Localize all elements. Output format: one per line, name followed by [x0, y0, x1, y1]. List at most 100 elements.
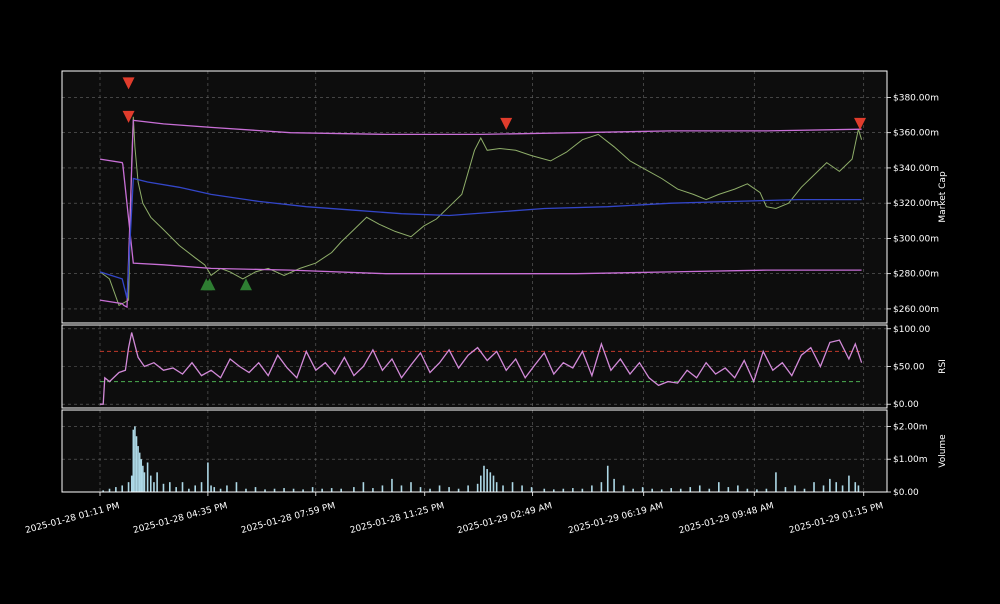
volume-bar-57 [483, 465, 485, 492]
volume-bar-71 [591, 485, 593, 492]
volume-bar-102 [857, 485, 860, 492]
volume-bar-35 [283, 488, 285, 492]
rsi-ylabel: RSI [938, 359, 948, 374]
rsi-panel-bg [62, 325, 887, 408]
volume-bar-86 [727, 487, 730, 492]
panels-layer: $260.00m $280.00m $300.00m $320.00m $340.00m… [61, 70, 948, 498]
volume-bar-3 [121, 485, 124, 492]
volume-bar-92 [784, 487, 787, 492]
volume-bar-101 [854, 482, 857, 492]
volume-bar-13 [143, 472, 146, 492]
volume-bar-83 [698, 485, 701, 492]
volume-ylabel: Volume [938, 434, 948, 468]
volume-bar-9 [137, 446, 139, 492]
volume-ytick-label-2: $2.00m [893, 422, 928, 432]
volume-bar-69 [572, 488, 574, 492]
volume-bar-44 [372, 488, 374, 492]
volume-bar-87 [737, 485, 739, 492]
volume-bar-18 [162, 483, 165, 492]
volume-bar-24 [200, 482, 203, 492]
price-ytick-label-5: $360.00m [893, 129, 939, 139]
volume-bar-55 [476, 483, 479, 492]
panel-volume: $0.00 $1.00m $2.00m Volume [61, 409, 948, 498]
volume-bar-97 [829, 478, 831, 492]
volume-bar-73 [606, 465, 609, 492]
volume-bar-43 [362, 482, 365, 492]
volume-bar-26 [210, 485, 212, 492]
volume-bar-5 [130, 475, 133, 492]
volume-ytick-label-0: $0.00 [893, 488, 919, 498]
price-panel-bg [62, 71, 887, 323]
volume-bar-2 [115, 487, 117, 492]
volume-panel-bg [62, 410, 887, 492]
panel-price: $260.00m $280.00m $300.00m $320.00m $340.00m… [61, 70, 948, 324]
price-ytick-label-1: $280.00m [893, 270, 939, 280]
volume-bar-7 [134, 426, 136, 492]
volume-bar-16 [153, 482, 155, 492]
volume-bar-74 [613, 478, 615, 492]
volume-bar-38 [311, 487, 314, 492]
volume-bar-63 [511, 482, 514, 492]
volume-bar-51 [438, 485, 441, 492]
volume-bar-98 [835, 482, 838, 492]
price-ytick-label-2: $300.00m [893, 234, 939, 244]
volume-bar-58 [486, 469, 488, 492]
volume-bar-8 [135, 436, 138, 492]
volume-bar-29 [226, 485, 228, 492]
volume-bar-6 [132, 429, 135, 492]
volume-bar-96 [822, 485, 825, 492]
volume-bar-65 [530, 487, 533, 492]
volume-bar-46 [391, 478, 393, 492]
volume-bar-54 [467, 485, 469, 492]
volume-bar-56 [480, 475, 482, 492]
volume-bar-59 [489, 472, 492, 492]
volume-bar-45 [381, 485, 384, 492]
volume-bar-100 [848, 475, 850, 492]
volume-bar-52 [448, 487, 450, 492]
volume-bar-10 [138, 452, 141, 492]
rsi-ytick-label-2: $100.00 [893, 325, 930, 335]
price-ytick-label-4: $340.00m [893, 164, 939, 174]
volume-bar-62 [502, 485, 504, 492]
volume-bar-85 [718, 482, 720, 492]
rsi-ytick-label-1: $50.00 [893, 363, 925, 373]
volume-bar-93 [794, 485, 796, 492]
volume-bar-48 [410, 482, 412, 492]
volume-bar-4 [127, 482, 130, 492]
price-ytick-label-0: $260.00m [893, 305, 939, 315]
volume-bar-49 [419, 487, 422, 492]
volume-bar-32 [254, 487, 257, 492]
price-ylabel: Market Cap [938, 171, 948, 223]
volume-bar-60 [492, 475, 495, 492]
volume-bar-23 [194, 485, 197, 492]
volume-bar-15 [149, 475, 152, 492]
volume-bar-75 [622, 485, 625, 492]
volume-bar-25 [207, 462, 209, 492]
volume-ytick-label-1: $1.00m [893, 455, 928, 465]
volume-bar-99 [841, 485, 844, 492]
chart-svg: $260.00m $280.00m $300.00m $320.00m $340.00m… [0, 0, 1000, 600]
panel-rsi: $0.00 $50.00 $100.00 RSI [61, 324, 948, 410]
volume-bar-14 [146, 462, 149, 492]
volume-bar-21 [181, 482, 184, 492]
volume-bar-11 [140, 459, 143, 492]
volume-bar-17 [156, 472, 158, 492]
volume-bar-30 [235, 482, 238, 492]
volume-bar-77 [641, 487, 644, 492]
volume-bar-19 [169, 482, 171, 492]
volume-bar-40 [330, 488, 333, 492]
price-ytick-label-6: $380.00m [893, 93, 939, 103]
volume-bar-61 [495, 482, 498, 492]
volume-bar-64 [521, 485, 523, 492]
volume-bar-91 [775, 472, 777, 492]
volume-bar-12 [142, 465, 144, 492]
volume-bar-20 [175, 487, 177, 492]
volume-bar-80 [670, 488, 673, 492]
chart-root: $260.00m $280.00m $300.00m $320.00m $340.00m… [0, 0, 1000, 600]
volume-bar-27 [213, 487, 216, 492]
volume-bar-47 [400, 485, 403, 492]
volume-bar-82 [689, 487, 692, 492]
rsi-ytick-label-0: $0.00 [893, 400, 919, 410]
volume-bar-72 [600, 482, 603, 492]
volume-bar-95 [813, 482, 815, 492]
